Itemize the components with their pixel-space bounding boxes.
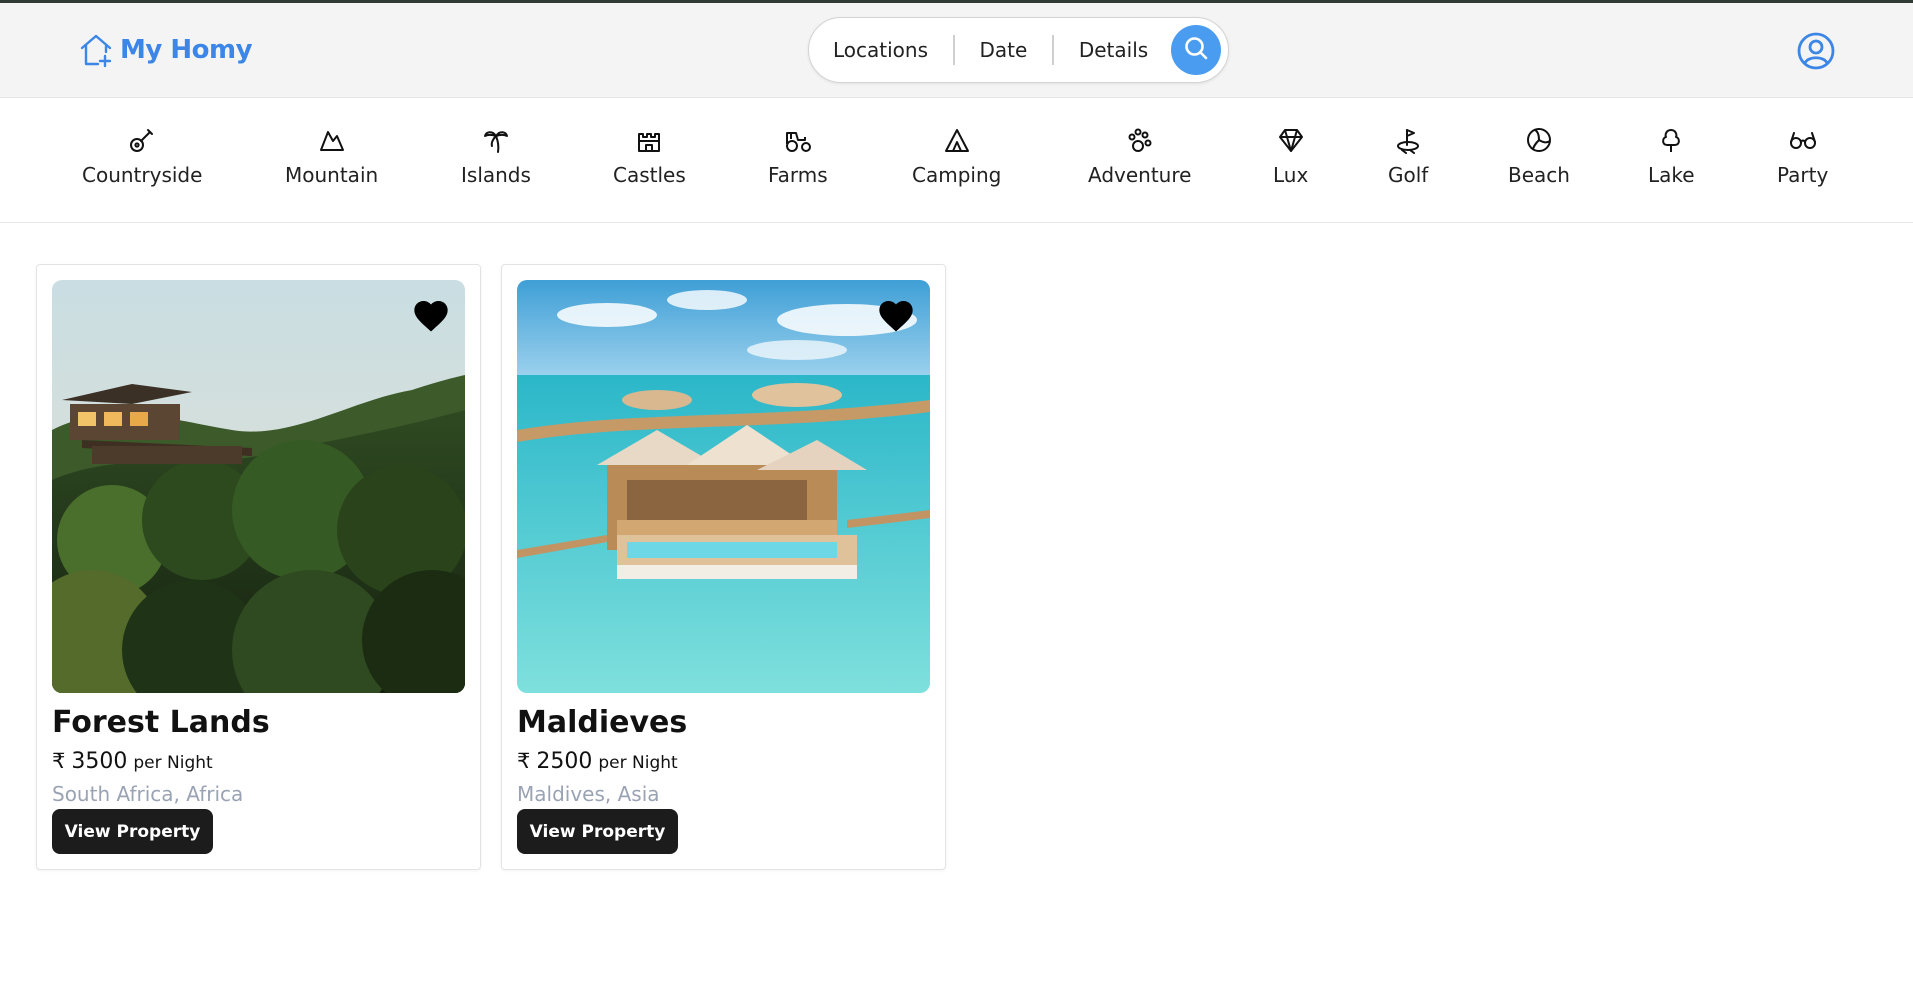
view-property-button[interactable]: View Property: [52, 809, 213, 854]
paw-icon: [1125, 125, 1155, 155]
category-castles[interactable]: Castles: [613, 125, 686, 187]
category-beach[interactable]: Beach: [1508, 125, 1570, 187]
tractor-icon: [783, 125, 813, 155]
category-label: Party: [1777, 163, 1829, 187]
listing-image[interactable]: [52, 280, 465, 693]
home-plus-icon: [78, 32, 114, 68]
tree-icon: [1656, 125, 1686, 155]
listing-card: Maldieves ₹ 2500 per Night Maldives, Asi…: [501, 264, 946, 870]
price-unit: per Night: [133, 753, 213, 773]
tent-icon: [942, 125, 972, 155]
user-circle-icon[interactable]: [1796, 31, 1836, 71]
price-amount: 2500: [536, 749, 593, 774]
logo[interactable]: My Homy: [78, 32, 253, 68]
category-lake[interactable]: Lake: [1648, 125, 1695, 187]
view-property-button[interactable]: View Property: [517, 809, 678, 854]
palm-tree-icon: [481, 125, 511, 155]
volleyball-icon: [1524, 125, 1554, 155]
search-details[interactable]: Details: [1054, 32, 1173, 68]
search-date[interactable]: Date: [955, 32, 1053, 68]
category-party[interactable]: Party: [1777, 125, 1828, 187]
listing-price: ₹ 2500 per Night: [517, 749, 678, 774]
category-adventure[interactable]: Adventure: [1088, 125, 1191, 187]
search-icon: [1183, 35, 1209, 66]
listing-title: Forest Lands: [52, 705, 270, 740]
category-label: Lux: [1273, 163, 1309, 187]
search-button[interactable]: [1171, 25, 1221, 75]
category-label: Countryside: [82, 163, 203, 187]
category-label: Golf: [1388, 163, 1429, 187]
search-locations[interactable]: Locations: [809, 32, 953, 68]
golf-icon: [1393, 125, 1423, 155]
heart-icon[interactable]: [876, 296, 916, 336]
category-camping[interactable]: Camping: [912, 125, 1001, 187]
heart-icon[interactable]: [411, 296, 451, 336]
top-navbar: My Homy Locations Date Details: [0, 3, 1913, 98]
price-unit: per Night: [598, 753, 678, 773]
currency-symbol: ₹: [52, 749, 66, 773]
app-name: My Homy: [120, 35, 253, 65]
currency-symbol: ₹: [517, 749, 531, 773]
diamond-icon: [1276, 125, 1306, 155]
listing-title: Maldieves: [517, 705, 688, 740]
mountain-icon: [317, 125, 347, 155]
category-label: Lake: [1648, 163, 1695, 187]
category-label: Islands: [461, 163, 531, 187]
category-bar: Countryside Mountain Islands Castles Far…: [0, 99, 1913, 223]
category-label: Adventure: [1088, 163, 1192, 187]
category-label: Castles: [613, 163, 686, 187]
category-mountain[interactable]: Mountain: [285, 125, 378, 187]
category-label: Farms: [768, 163, 828, 187]
category-label: Beach: [1508, 163, 1570, 187]
category-farms[interactable]: Farms: [768, 125, 828, 187]
guitar-icon: [127, 125, 157, 155]
category-islands[interactable]: Islands: [461, 125, 531, 187]
category-label: Mountain: [285, 163, 379, 187]
price-amount: 3500: [71, 749, 128, 774]
category-label: Camping: [912, 163, 1002, 187]
listing-image[interactable]: [517, 280, 930, 693]
search-bar[interactable]: Locations Date Details: [808, 17, 1229, 83]
category-lux[interactable]: Lux: [1273, 125, 1308, 187]
category-golf[interactable]: Golf: [1388, 125, 1428, 187]
listing-location: Maldives, Asia: [517, 782, 660, 806]
category-countryside[interactable]: Countryside: [82, 125, 202, 187]
listing-location: South Africa, Africa: [52, 782, 244, 806]
glasses-icon: [1788, 125, 1818, 155]
listing-price: ₹ 3500 per Night: [52, 749, 213, 774]
listing-card: Forest Lands ₹ 3500 per Night South Afri…: [36, 264, 481, 870]
castle-icon: [634, 125, 664, 155]
